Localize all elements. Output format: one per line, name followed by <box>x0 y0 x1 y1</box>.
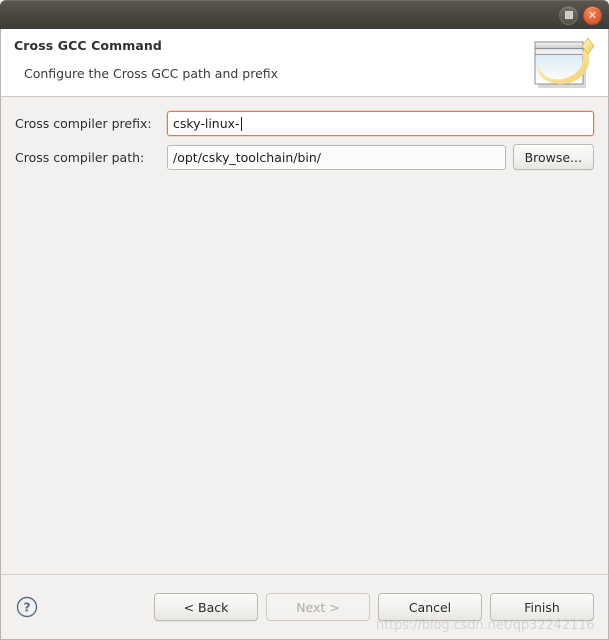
cross-gcc-command-dialog: ✕ Cross GCC Command Configure the Cross … <box>0 0 609 640</box>
compiler-prefix-value: csky-linux- <box>173 116 240 131</box>
close-button[interactable]: ✕ <box>583 5 602 25</box>
wizard-window-icon <box>534 37 595 88</box>
dialog-footer: ? < Back Next > Cancel Finish https://bl… <box>0 574 609 640</box>
compiler-path-label: Cross compiler path: <box>15 149 145 165</box>
next-button: Next > <box>266 593 370 621</box>
maximize-restore-button[interactable] <box>559 5 578 25</box>
svg-text:?: ? <box>23 599 30 614</box>
text-caret <box>240 116 242 131</box>
help-question-icon[interactable]: ? <box>15 595 39 619</box>
window-controls: ✕ <box>559 5 602 25</box>
page-title: Cross GCC Command <box>14 38 162 53</box>
maximize-icon <box>564 11 573 19</box>
form-row-compiler-prefix: Cross compiler prefix: csky-linux- <box>15 111 594 136</box>
compiler-path-value: /opt/csky_toolchain/bin/ <box>173 149 322 165</box>
dialog-content: Cross compiler prefix: csky-linux- Cross… <box>0 97 609 574</box>
close-icon: ✕ <box>587 8 598 22</box>
footer-button-group: < Back Next > Cancel Finish <box>154 593 594 621</box>
compiler-prefix-input[interactable]: csky-linux- <box>167 111 594 136</box>
browse-button[interactable]: Browse... <box>512 144 594 170</box>
compiler-path-input[interactable]: /opt/csky_toolchain/bin/ <box>167 144 506 170</box>
finish-button[interactable]: Finish <box>490 593 594 621</box>
cancel-button[interactable]: Cancel <box>378 593 482 621</box>
page-subtitle: Configure the Cross GCC path and prefix <box>24 66 279 81</box>
back-button[interactable]: < Back <box>154 593 258 621</box>
window-titlebar[interactable]: ✕ <box>0 0 609 29</box>
form-row-compiler-path: Cross compiler path: /opt/csky_toolchain… <box>15 144 594 170</box>
compiler-prefix-label: Cross compiler prefix: <box>15 116 152 131</box>
wizard-banner: Cross GCC Command Configure the Cross GC… <box>0 29 609 97</box>
